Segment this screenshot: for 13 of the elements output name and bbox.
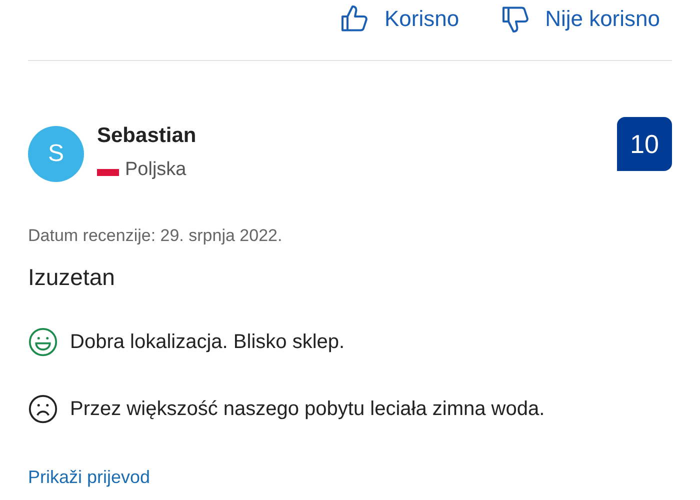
positive-comment: Dobra lokalizacja. Blisko sklep. — [70, 330, 345, 354]
reviewer-name: Sebastian — [97, 123, 196, 149]
review-title: Izuzetan — [28, 263, 116, 292]
not-helpful-button[interactable]: Nije korisno — [499, 2, 660, 35]
review-date: Datum recenzije: 29. srpnja 2022. — [28, 224, 284, 246]
review-score: 10 — [617, 117, 672, 171]
sad-face-icon — [28, 394, 58, 424]
show-translation-link[interactable]: Prikaži prijevod — [28, 464, 150, 490]
negative-comment: Przez większość naszego pobytu leciała zimna woda. — [70, 396, 545, 422]
avatar: S — [28, 126, 84, 182]
smiley-face-icon — [28, 326, 58, 356]
reviewer-country: Poljska — [125, 158, 186, 182]
helpful-button[interactable]: Korisno — [338, 2, 460, 35]
